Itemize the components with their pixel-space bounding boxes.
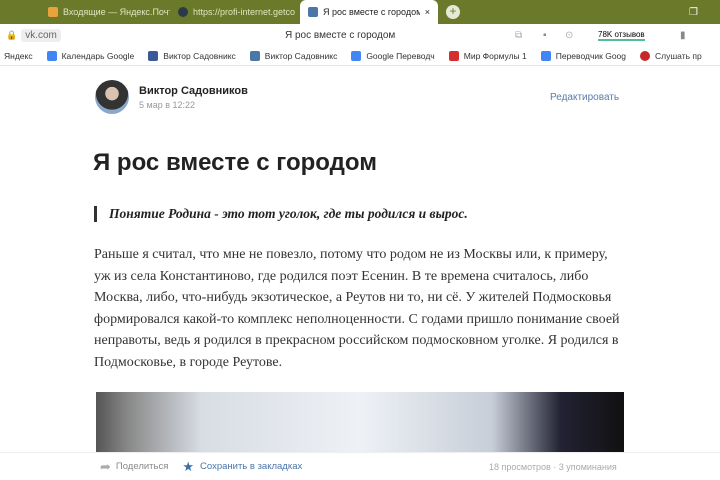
- lock-icon: 🔒: [6, 29, 18, 40]
- copy-icon[interactable]: ⧉: [515, 30, 522, 41]
- bookmark-yandex[interactable]: Яндекс: [4, 51, 33, 61]
- bookmark-label: Слушать пр: [655, 50, 702, 61]
- tab-label: Входящие — Яндекс.Почт: [63, 7, 170, 17]
- article-paragraph: Раньше я считал, что мне не повезло, пот…: [94, 247, 620, 370]
- bookmark-vk[interactable]: Виктор Садовникс: [249, 50, 338, 61]
- new-tab-button[interactable]: +: [446, 5, 460, 19]
- tab-profi[interactable]: https://profi-internet.getco: [170, 0, 300, 24]
- address-bar: 🔒 vk.com Я рос вместе с городом ⧉ ▪ ⊙ 78…: [0, 24, 720, 46]
- translate-icon: [351, 50, 362, 61]
- tab-bar: Входящие — Яндекс.Почт https://profi-int…: [0, 0, 720, 24]
- calendar-icon: [46, 50, 57, 61]
- close-tab-icon[interactable]: ×: [425, 7, 430, 17]
- bookmark-label: Календарь Google: [61, 50, 135, 61]
- star-icon[interactable]: ★: [182, 459, 194, 475]
- reviews-label: 78K отзывов: [598, 29, 645, 39]
- bookmark-translator[interactable]: Переводчик Goog: [540, 50, 626, 61]
- article-footer: ➦ Поделиться ★ Сохранить в закладках 18 …: [0, 452, 720, 480]
- bookmark-translate[interactable]: Google Переводч: [351, 50, 435, 61]
- bookmark-icon[interactable]: ▮: [680, 30, 686, 41]
- save-bookmark-button[interactable]: Сохранить в закладках: [200, 461, 302, 472]
- bookmark-label: Виктор Садовникс: [163, 50, 236, 61]
- tab-label: Я рос вместе с городом: [323, 7, 420, 17]
- bookmark-calendar[interactable]: Календарь Google: [46, 50, 135, 61]
- mail-icon: [48, 7, 58, 17]
- url-field[interactable]: vk.com: [21, 28, 61, 42]
- avatar[interactable]: [95, 80, 129, 114]
- chat-icon[interactable]: ▪: [543, 30, 547, 41]
- tab-label: https://profi-internet.getco: [193, 7, 296, 17]
- site-icon: [178, 7, 188, 17]
- window-icon[interactable]: ❐: [689, 7, 698, 18]
- vk-icon: [249, 50, 260, 61]
- article-title: Я рос вместе с городом: [93, 149, 377, 176]
- translate-icon: [540, 50, 551, 61]
- edit-link[interactable]: Редактировать: [550, 92, 619, 103]
- protect-icon[interactable]: ⊙: [565, 30, 573, 41]
- page-title: Я рос вместе с городом: [285, 29, 396, 41]
- bookmark-label: Мир Формулы 1: [463, 50, 527, 61]
- bookmark-listen[interactable]: Слушать пр: [640, 50, 702, 61]
- tab-mail[interactable]: Входящие — Яндекс.Почт: [40, 0, 170, 24]
- article-quote: Понятие Родина - это тот уголок, где ты …: [94, 206, 468, 222]
- article: Виктор Садовников 5 мар в 12:22 Редактир…: [0, 67, 720, 452]
- bookmark-f1[interactable]: Мир Формулы 1: [448, 50, 527, 61]
- bookmark-label: Переводчик Goog: [555, 50, 626, 61]
- tab-vk-active[interactable]: Я рос вместе с городом ×: [300, 0, 438, 24]
- reviews-badge[interactable]: 78K отзывов: [598, 30, 645, 41]
- stats-text: 18 просмотров · 3 упоминания: [489, 461, 617, 472]
- bookmarks-bar: Яндекс Календарь Google Виктор Садовникс…: [0, 46, 720, 66]
- share-icon[interactable]: ➦: [100, 459, 111, 475]
- post-date: 5 мар в 12:22: [139, 100, 196, 110]
- bookmark-label: Яндекс: [4, 50, 33, 61]
- bookmark-facebook[interactable]: Виктор Садовникс: [148, 50, 236, 61]
- vk-icon: [308, 7, 318, 17]
- bookmark-label: Виктор Садовникс: [264, 50, 338, 61]
- author-name[interactable]: Виктор Садовников: [139, 85, 248, 97]
- article-photo: [96, 392, 624, 452]
- flag-icon: [640, 50, 650, 61]
- facebook-icon: [148, 50, 159, 61]
- share-button[interactable]: Поделиться: [116, 461, 168, 472]
- f1-icon: [448, 50, 459, 61]
- bookmark-label: Google Переводч: [366, 50, 435, 61]
